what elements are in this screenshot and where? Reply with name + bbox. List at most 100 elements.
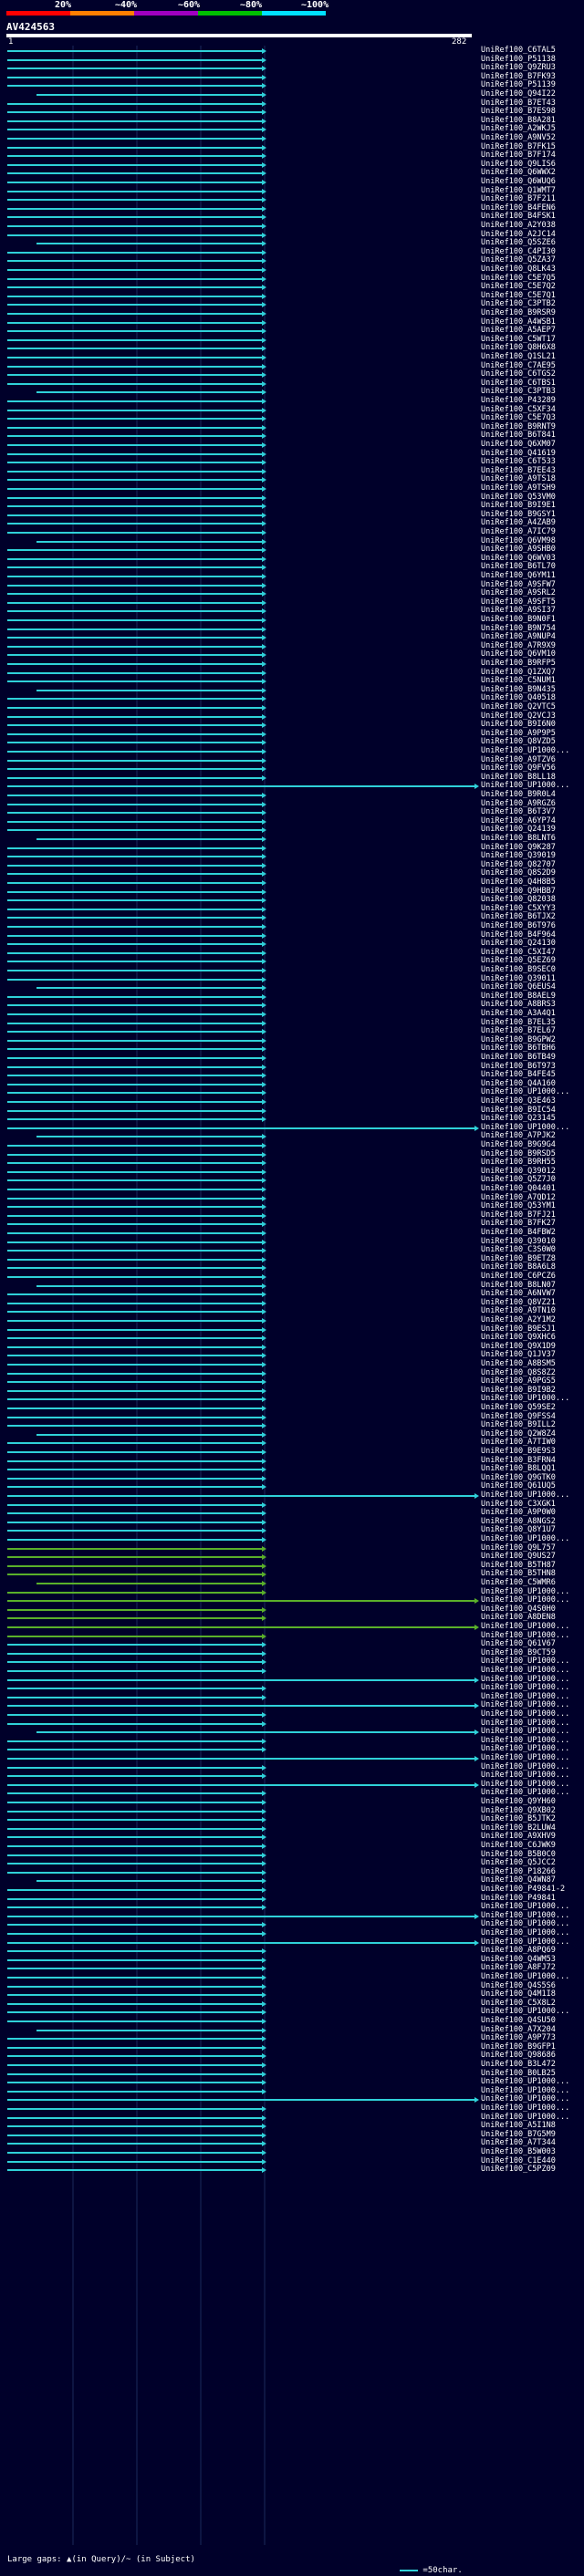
hit-label[interactable]: UniRef100_B6TL70	[481, 563, 556, 571]
hit-label[interactable]: UniRef100_UP1000...	[481, 1929, 569, 1937]
hit-label[interactable]: UniRef100_Q53YM1	[481, 1202, 556, 1210]
hit-label[interactable]: UniRef100_B9I6N0	[481, 721, 556, 729]
hit-label[interactable]: UniRef100_UP1000...	[481, 1973, 569, 1981]
hit-label[interactable]: UniRef100_Q61V67	[481, 1640, 556, 1648]
hit-label[interactable]: UniRef100_Q4SU50	[481, 2017, 556, 2025]
hit-label[interactable]: UniRef100_UP1000...	[481, 1789, 569, 1797]
hit-label[interactable]: UniRef100_Q6WWX2	[481, 169, 556, 177]
hit-label[interactable]: UniRef100_A9TSH9	[481, 484, 556, 493]
hit-label[interactable]: UniRef100_A2Y1M2	[481, 1316, 556, 1324]
hit-label[interactable]: UniRef100_Q94I22	[481, 90, 556, 99]
hit-label[interactable]: UniRef100_B4FBW2	[481, 1229, 556, 1237]
hit-label[interactable]: UniRef100_A7T344	[481, 2139, 556, 2147]
hit-label[interactable]: UniRef100_Q4M1I8	[481, 1990, 556, 1999]
hit-label[interactable]: UniRef100_Q1JV37	[481, 1351, 556, 1359]
hit-label[interactable]: UniRef100_Q6WUQ6	[481, 178, 556, 186]
hit-label[interactable]: UniRef100_Q40518	[481, 694, 556, 702]
hit-label[interactable]: UniRef100_Q61UQ5	[481, 1482, 556, 1491]
hit-label[interactable]: UniRef100_A6NVW7	[481, 1290, 556, 1298]
hit-label[interactable]: UniRef100_UP1000...	[481, 2008, 569, 2016]
hit-label[interactable]: UniRef100_Q8H6X8	[481, 344, 556, 352]
hit-label[interactable]: UniRef100_B8A6L8	[481, 1263, 556, 1272]
hit-label[interactable]: UniRef100_C3PTB2	[481, 300, 556, 308]
hit-label[interactable]: UniRef100_UP1000...	[481, 1657, 569, 1666]
hit-label[interactable]: UniRef100_UP1000...	[481, 1728, 569, 1736]
hit-label[interactable]: UniRef100_C3S0W0	[481, 1246, 556, 1254]
hit-label[interactable]: UniRef100_C6PCZ6	[481, 1272, 556, 1281]
hit-label[interactable]: UniRef100_C5E7Q3	[481, 414, 556, 422]
hit-label[interactable]: UniRef100_Q04401	[481, 1185, 556, 1193]
hit-label[interactable]: UniRef100_Q9XHC6	[481, 1334, 556, 1342]
hit-label[interactable]: UniRef100_Q2VTC5	[481, 703, 556, 712]
hit-label[interactable]: UniRef100_Q5JCC2	[481, 1859, 556, 1867]
hit-label[interactable]: UniRef100_UP1000...	[481, 1623, 569, 1631]
hit-label[interactable]: UniRef100_UP1000...	[481, 2095, 569, 2103]
hit-label[interactable]: UniRef100_Q9FV56	[481, 764, 556, 773]
hit-label[interactable]: UniRef100_B4FSK1	[481, 213, 556, 221]
hit-label[interactable]: UniRef100_B9RSR9	[481, 309, 556, 317]
hit-label[interactable]: UniRef100_B9G9G4	[481, 1141, 556, 1149]
hit-label[interactable]: UniRef100_A9P773	[481, 2034, 556, 2042]
hit-label[interactable]: UniRef100_A8BSM5	[481, 1360, 556, 1368]
hit-label[interactable]: UniRef100_A2WKJ5	[481, 125, 556, 133]
hit-label[interactable]: UniRef100_B7EL67	[481, 1027, 556, 1035]
hit-label[interactable]: UniRef100_Q5EZ69	[481, 957, 556, 965]
hit-label[interactable]: UniRef100_C5NUM1	[481, 677, 556, 685]
hit-label[interactable]: UniRef100_A3A4Q1	[481, 1010, 556, 1018]
hit-label[interactable]: UniRef100_A9XHV9	[481, 1833, 556, 1841]
hit-label[interactable]: UniRef100_UP1000...	[481, 1903, 569, 1911]
hit-label[interactable]: UniRef100_B7F174	[481, 151, 556, 160]
hit-label[interactable]: UniRef100_A8BRS3	[481, 1001, 556, 1009]
hit-label[interactable]: UniRef100_UP1000...	[481, 782, 569, 790]
hit-label[interactable]: UniRef100_C5WMR6	[481, 1579, 556, 1587]
hit-label[interactable]: UniRef100_Q98686	[481, 2051, 556, 2060]
hit-label[interactable]: UniRef100_C6TGS2	[481, 370, 556, 379]
hit-label[interactable]: UniRef100_B6TJX2	[481, 913, 556, 921]
hit-label[interactable]: UniRef100_C5PZ09	[481, 2166, 556, 2174]
hit-label[interactable]: UniRef100_A9PGS5	[481, 1377, 556, 1386]
hit-label[interactable]: UniRef100_C6JWK9	[481, 1842, 556, 1850]
hit-label[interactable]: UniRef100_UP1000...	[481, 1684, 569, 1692]
hit-label[interactable]: UniRef100_A9TS18	[481, 475, 556, 483]
hit-label[interactable]: UniRef100_Q6EUS4	[481, 983, 556, 992]
hit-label[interactable]: UniRef100_C6TAL5	[481, 47, 556, 55]
hit-label[interactable]: UniRef100_A9SRL2	[481, 589, 556, 597]
hit-label[interactable]: UniRef100_B4FE45	[481, 1071, 556, 1079]
hit-label[interactable]: UniRef100_Q4H8B5	[481, 878, 556, 887]
hit-label[interactable]: UniRef100_P51139	[481, 81, 556, 89]
hit-label[interactable]: UniRef100_A9NUP4	[481, 633, 556, 641]
hit-label[interactable]: UniRef100_UP1000...	[481, 1745, 569, 1753]
hit-label[interactable]: UniRef100_B7F211	[481, 195, 556, 203]
hit-label[interactable]: UniRef100_A7IC79	[481, 528, 556, 536]
hit-label[interactable]: UniRef100_A9SHB0	[481, 545, 556, 554]
hit-label[interactable]: UniRef100_A9NV52	[481, 134, 556, 142]
hit-label[interactable]: UniRef100_A7PJK2	[481, 1132, 556, 1140]
hit-label[interactable]: UniRef100_B6T841	[481, 431, 556, 440]
hit-label[interactable]: UniRef100_A9P0W0	[481, 1509, 556, 1517]
hit-label[interactable]: UniRef100_Q9US27	[481, 1553, 556, 1561]
hit-label[interactable]: UniRef100_Q4WN87	[481, 1876, 556, 1885]
hit-label[interactable]: UniRef100_A9TN10	[481, 1307, 556, 1315]
hit-label[interactable]: UniRef100_UP1000...	[481, 747, 569, 755]
hit-label[interactable]: UniRef100_B8LQQ1	[481, 1465, 556, 1473]
hit-label[interactable]: UniRef100_Q39019	[481, 852, 556, 860]
hit-label[interactable]: UniRef100_C5E7Q2	[481, 283, 556, 291]
hit-label[interactable]: UniRef100_B8LNT6	[481, 835, 556, 843]
hit-label[interactable]: UniRef100_B6TBH6	[481, 1044, 556, 1053]
hit-label[interactable]: UniRef100_Q6XM07	[481, 441, 556, 449]
hit-label[interactable]: UniRef100_Q8S2D9	[481, 869, 556, 878]
hit-label[interactable]: UniRef100_B6TB49	[481, 1054, 556, 1062]
hit-label[interactable]: UniRef100_A8PQ69	[481, 1947, 556, 1955]
hit-label[interactable]: UniRef100_Q5Z7J0	[481, 1176, 556, 1184]
hit-label[interactable]: UniRef100_UP1000...	[481, 1596, 569, 1605]
hit-label[interactable]: UniRef100_B9E9S3	[481, 1448, 556, 1456]
hit-label[interactable]: UniRef100_Q3E463	[481, 1097, 556, 1106]
hit-label[interactable]: UniRef100_Q8VZD5	[481, 738, 556, 746]
hit-label[interactable]: UniRef100_Q8Y1U7	[481, 1526, 556, 1534]
hit-label[interactable]: UniRef100_P43289	[481, 397, 556, 405]
hit-label[interactable]: UniRef100_Q59SE2	[481, 1404, 556, 1412]
hit-label[interactable]: UniRef100_Q6VM10	[481, 650, 556, 659]
hit-label[interactable]: UniRef100_A8FJ72	[481, 1964, 556, 1972]
hit-label[interactable]: UniRef100_Q5ZA37	[481, 256, 556, 265]
hit-label[interactable]: UniRef100_Q82038	[481, 896, 556, 904]
